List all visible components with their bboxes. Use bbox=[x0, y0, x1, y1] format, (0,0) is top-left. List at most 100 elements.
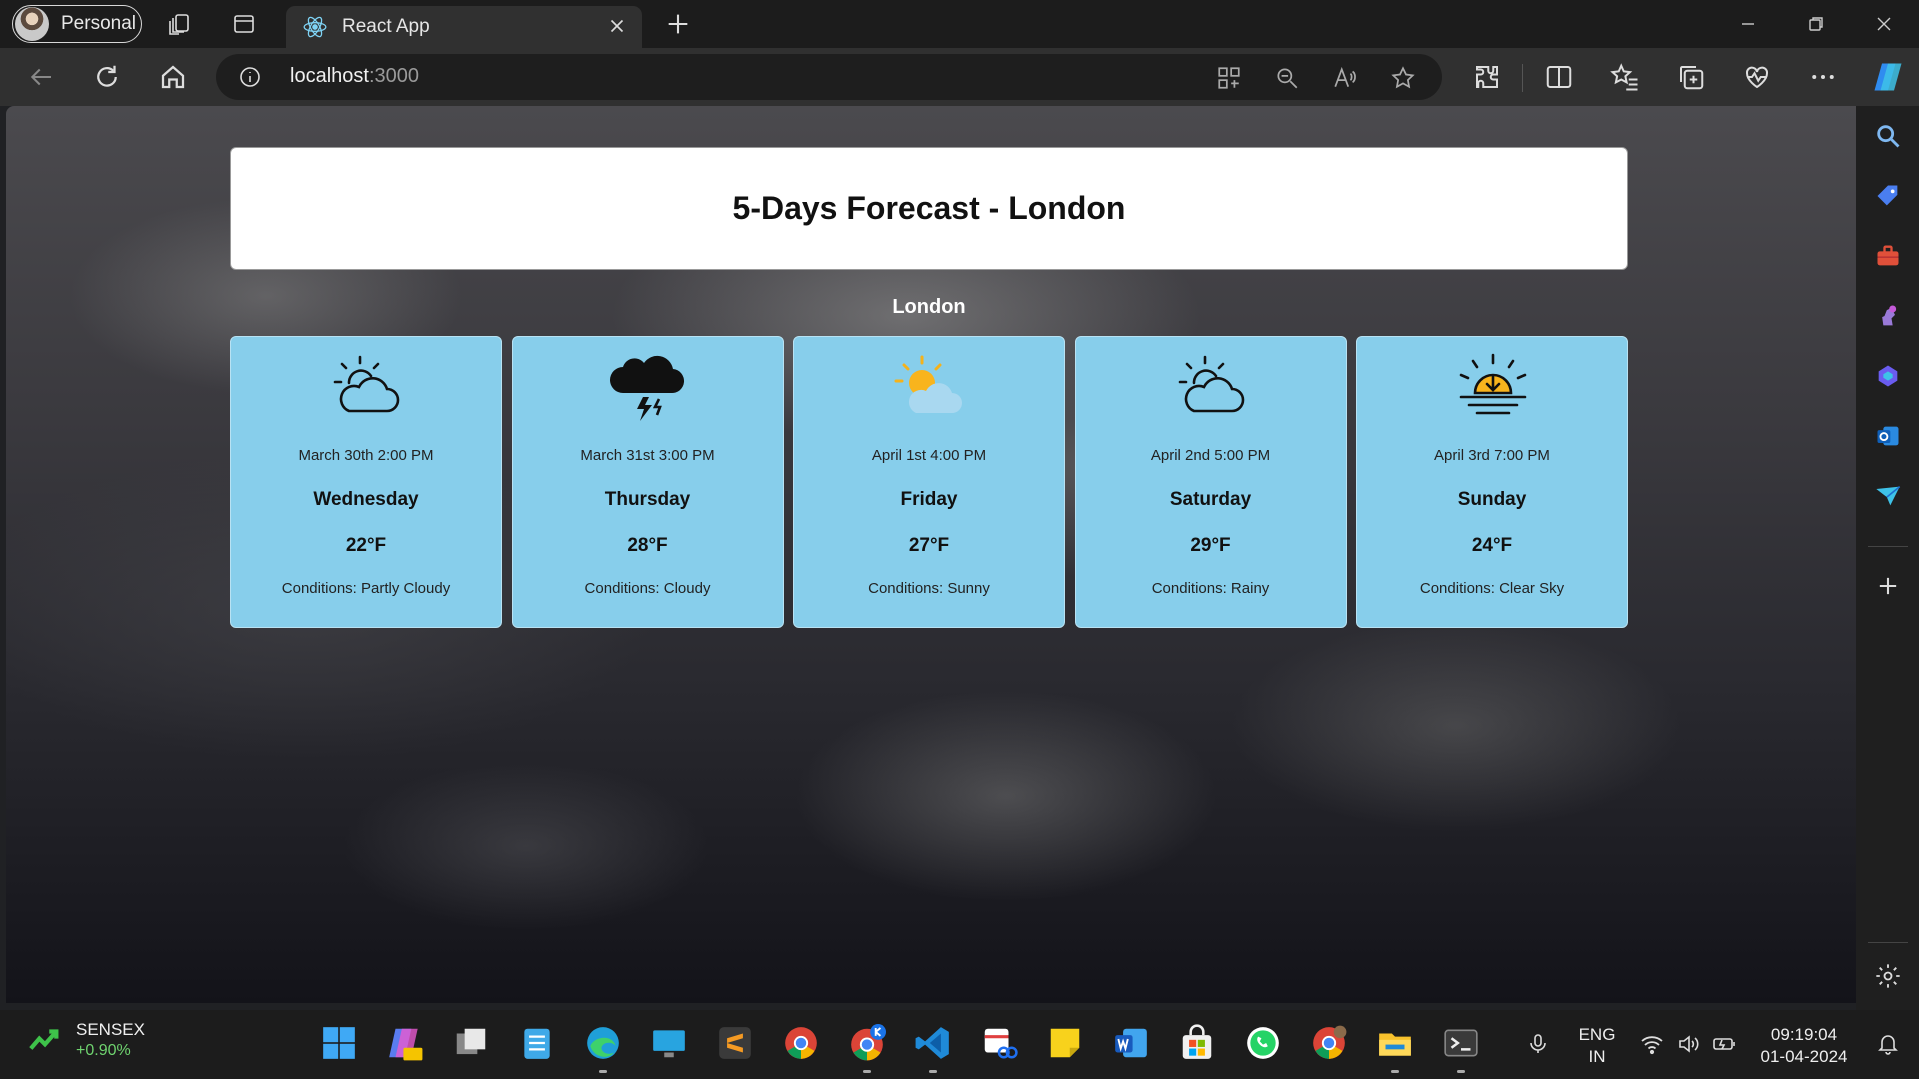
language-code: ENG bbox=[1578, 1025, 1616, 1044]
partly-cloudy-icon bbox=[1178, 355, 1244, 413]
volume-icon[interactable] bbox=[1676, 1032, 1700, 1056]
snipping-tool-icon[interactable] bbox=[980, 1024, 1018, 1062]
city-name: London bbox=[892, 296, 966, 318]
microsoft-365-icon[interactable] bbox=[1874, 362, 1902, 390]
battery-icon[interactable] bbox=[1712, 1032, 1736, 1056]
forecast-conditions: Conditions: Cloudy bbox=[584, 580, 711, 597]
chrome-running-indicator bbox=[863, 1070, 871, 1073]
toolbar-divider bbox=[1522, 64, 1523, 92]
forecast-day: Sunday bbox=[1457, 489, 1527, 510]
partly-cloudy-icon bbox=[333, 355, 400, 413]
chrome-profile-icon[interactable] bbox=[1310, 1024, 1348, 1062]
sidebar-settings-icon[interactable] bbox=[1874, 962, 1902, 990]
sticky-notes-icon[interactable] bbox=[1046, 1024, 1084, 1062]
forecast-temp: 29°F bbox=[1190, 535, 1231, 556]
close-window-icon[interactable] bbox=[1872, 12, 1896, 36]
sublime-text-icon[interactable] bbox=[716, 1024, 754, 1062]
favorites-icon[interactable] bbox=[1610, 62, 1640, 92]
vscode-running-indicator bbox=[929, 1070, 937, 1073]
stock-name: SENSEX bbox=[76, 1020, 145, 1039]
forecast-card: March 30th 2:00 PM Wednesday 22°F Condit… bbox=[230, 336, 502, 628]
more-options-icon[interactable] bbox=[1808, 62, 1838, 92]
thunderstorm-icon bbox=[609, 355, 684, 421]
forecast-card: April 1st 4:00 PM Friday 27°F Conditions… bbox=[793, 336, 1065, 628]
sidebar-divider bbox=[1868, 546, 1908, 547]
forecast-temp: 22°F bbox=[345, 535, 387, 556]
tools-icon[interactable] bbox=[1874, 242, 1902, 270]
url-text[interactable]: localhost:3000 bbox=[290, 65, 419, 88]
language-indicator[interactable]: ENG IN bbox=[1572, 1024, 1622, 1068]
tab-react-app[interactable]: React App bbox=[286, 6, 642, 48]
forecast-cards: March 30th 2:00 PM Wednesday 22°F Condit… bbox=[230, 336, 1628, 628]
forecast-day: Friday bbox=[900, 489, 958, 510]
windows-start-icon[interactable] bbox=[320, 1024, 358, 1062]
games-icon[interactable] bbox=[1874, 302, 1902, 330]
copilot-icon[interactable] bbox=[1870, 59, 1906, 95]
collections-icon[interactable] bbox=[1676, 62, 1706, 92]
forecast-card: April 2nd 5:00 PM Saturday 29°F Conditio… bbox=[1074, 336, 1347, 628]
remote-desktop-icon[interactable] bbox=[650, 1024, 688, 1062]
vertical-tabs-icon[interactable] bbox=[232, 12, 256, 36]
forecast-date: March 30th 2:00 PM bbox=[298, 447, 434, 464]
clock-date: 01-04-2024 bbox=[1760, 1047, 1848, 1066]
language-region: IN bbox=[1588, 1047, 1606, 1066]
home-icon[interactable] bbox=[158, 62, 188, 92]
back-icon[interactable] bbox=[26, 62, 56, 92]
clock[interactable]: 09:19:04 01-04-2024 bbox=[1756, 1024, 1852, 1068]
microphone-icon[interactable] bbox=[1526, 1032, 1550, 1056]
edge-icon[interactable] bbox=[584, 1024, 622, 1062]
task-view-icon[interactable] bbox=[452, 1024, 490, 1062]
drop-send-icon[interactable] bbox=[1874, 482, 1902, 510]
chrome-icon[interactable] bbox=[782, 1024, 820, 1062]
forecast-temp: 24°F bbox=[1471, 535, 1513, 556]
read-aloud-icon[interactable] bbox=[1332, 65, 1358, 91]
forecast-conditions: Conditions: Clear Sky bbox=[1419, 580, 1565, 597]
forecast-conditions: Conditions: Rainy bbox=[1151, 580, 1270, 597]
forecast-conditions: Conditions: Partly Cloudy bbox=[281, 580, 451, 597]
forecast-date: April 1st 4:00 PM bbox=[871, 447, 987, 464]
favorite-star-icon[interactable] bbox=[1390, 65, 1416, 91]
search-icon[interactable] bbox=[1874, 122, 1902, 150]
zoom-out-icon[interactable] bbox=[1274, 65, 1300, 91]
copilot-pre-icon[interactable] bbox=[386, 1024, 424, 1062]
add-sidebar-app-icon[interactable] bbox=[1874, 572, 1902, 600]
outlook-icon[interactable] bbox=[1874, 422, 1902, 450]
address-bar[interactable]: localhost:3000 bbox=[216, 54, 1442, 100]
profile-label: Personal bbox=[61, 13, 136, 34]
app-available-icon[interactable] bbox=[1216, 65, 1242, 91]
stock-widget[interactable]: SENSEX +0.90% bbox=[28, 1020, 145, 1060]
whatsapp-icon[interactable] bbox=[1244, 1024, 1282, 1062]
refresh-icon[interactable] bbox=[92, 62, 122, 92]
profile-button[interactable]: Personal bbox=[12, 5, 142, 43]
notepad-icon[interactable] bbox=[518, 1024, 556, 1062]
vscode-icon[interactable] bbox=[914, 1024, 952, 1062]
minimize-icon[interactable] bbox=[1736, 12, 1760, 36]
notifications-icon[interactable] bbox=[1876, 1032, 1900, 1056]
close-tab-icon[interactable] bbox=[606, 15, 628, 37]
wifi-icon[interactable] bbox=[1640, 1032, 1664, 1056]
forecast-day: Saturday bbox=[1169, 489, 1252, 510]
sunset-icon bbox=[1459, 353, 1527, 415]
stock-change: +0.90% bbox=[76, 1042, 131, 1059]
forecast-date: April 2nd 5:00 PM bbox=[1150, 447, 1271, 464]
shopping-tag-icon[interactable] bbox=[1874, 182, 1902, 210]
chrome-profile-k-icon[interactable] bbox=[848, 1024, 886, 1062]
site-info-icon[interactable] bbox=[238, 65, 262, 89]
word-icon[interactable] bbox=[1112, 1024, 1150, 1062]
edge-running-indicator bbox=[599, 1070, 607, 1073]
forecast-temp: 28°F bbox=[627, 535, 668, 556]
file-explorer-icon[interactable] bbox=[1376, 1024, 1414, 1062]
restore-icon[interactable] bbox=[1804, 12, 1828, 36]
terminal-icon[interactable] bbox=[1442, 1024, 1480, 1062]
extensions-icon[interactable] bbox=[1472, 62, 1502, 92]
avatar bbox=[15, 7, 49, 41]
microsoft-store-icon[interactable] bbox=[1178, 1024, 1216, 1062]
new-tab-icon[interactable] bbox=[664, 10, 692, 38]
forecast-conditions: Conditions: Sunny bbox=[868, 580, 990, 597]
split-screen-icon[interactable] bbox=[1544, 62, 1574, 92]
forecast-header: 5-Days Forecast - London bbox=[230, 147, 1628, 270]
forecast-date: April 3rd 7:00 PM bbox=[1434, 447, 1550, 464]
edge-sidebar bbox=[1856, 106, 1919, 1010]
workspaces-icon[interactable] bbox=[168, 12, 192, 36]
browser-essentials-icon[interactable] bbox=[1742, 62, 1772, 92]
